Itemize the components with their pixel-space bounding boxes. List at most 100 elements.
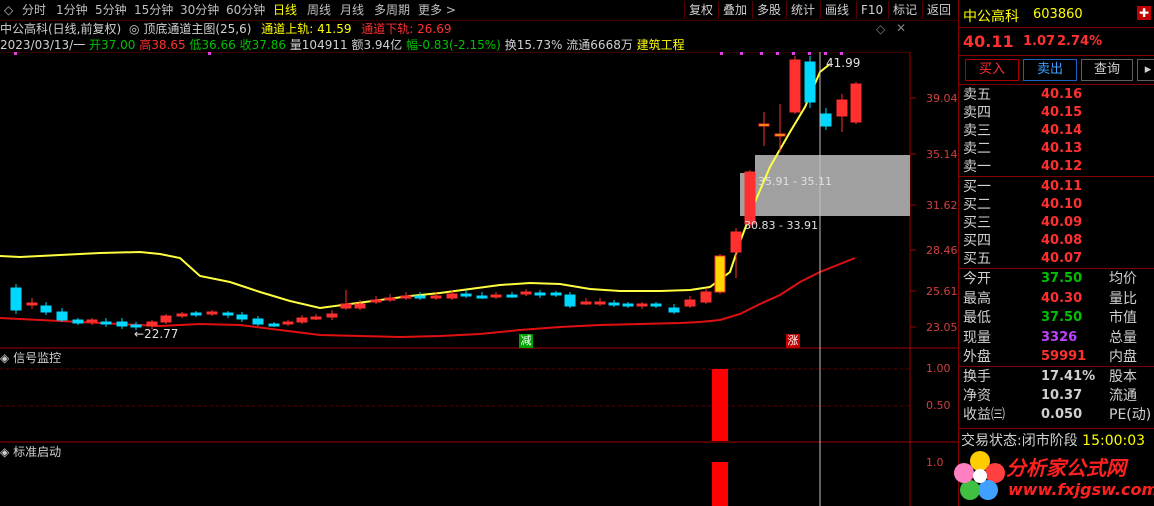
row-label2: 总量 (1109, 329, 1137, 346)
high-value: 高38.65 (139, 38, 186, 52)
more-label: 更多 (418, 3, 443, 17)
last-price: 40.11 (963, 32, 1014, 51)
price-tick: 28.46 (926, 244, 958, 257)
diamond-icon[interactable]: ◇ (876, 22, 885, 36)
period-tab-15min[interactable]: 15分钟 (134, 2, 173, 18)
open-value: 开37.00 (89, 38, 136, 52)
kline-chart[interactable] (0, 52, 958, 506)
candle-body (116, 321, 128, 327)
watermark-url: www.fxjgsw.com (1008, 480, 1154, 499)
candle-body (414, 295, 426, 299)
row-label: 买三 (963, 215, 991, 231)
candle-body (850, 83, 862, 123)
query-button[interactable]: 查询 (1081, 59, 1133, 81)
indicator-toggle-icon[interactable]: ◎ (129, 22, 139, 36)
candle-body (550, 292, 562, 296)
toolbar-tongji-button[interactable]: 统计 (786, 1, 819, 19)
ask-row: 卖三 40.14 (963, 122, 1154, 140)
candle-body (622, 303, 634, 307)
toolbar-fuquan-button[interactable]: 复权 (684, 1, 717, 19)
period-tab-fenshi[interactable]: 分时 (22, 2, 46, 18)
signal-mark (824, 52, 827, 55)
panel1-title: 信号监控 (13, 351, 62, 365)
toolbar-f10-button[interactable]: F10 (856, 1, 887, 19)
toolbar-duogu-button[interactable]: 多股 (752, 1, 785, 19)
collapse-icon[interactable]: ◇ (4, 2, 13, 18)
candle-body (160, 315, 172, 323)
row-value: 40.12 (1041, 159, 1083, 174)
panel2-tick: 1.0 (926, 456, 944, 469)
row-value: 40.08 (1041, 233, 1083, 248)
candle-body (774, 133, 786, 137)
period-tab-1min[interactable]: 1分钟 (56, 2, 88, 18)
candle-body (758, 123, 770, 127)
row-label2: 内盘 (1109, 349, 1137, 365)
turnover-value: 换15.73% (504, 38, 563, 52)
candle-body (430, 295, 442, 299)
stat-row: 外盘 59991 内盘 (963, 348, 1154, 366)
candle-body (310, 316, 322, 320)
candle-body (26, 302, 38, 306)
low-price-label: ←22.77 (134, 327, 179, 341)
candle-body (72, 319, 84, 324)
period-tab-multi[interactable]: 多周期 (374, 2, 410, 18)
more-button[interactable]: ▸ (1137, 59, 1154, 81)
buy-button[interactable]: 买入 (965, 59, 1019, 81)
period-tab-more[interactable]: 更多 > (418, 2, 456, 18)
candle-body (650, 303, 662, 307)
sell-button[interactable]: 卖出 (1023, 59, 1077, 81)
ask-row: 卖二 40.13 (963, 140, 1154, 158)
candle-body (10, 287, 22, 311)
row-label2: 股本 (1109, 369, 1137, 385)
row-value: 40.30 (1041, 290, 1083, 306)
row-label2: 市值 (1109, 310, 1137, 326)
period-tab-5min[interactable]: 5分钟 (95, 2, 127, 18)
stat-row: 最高 40.30 量比 (963, 290, 1154, 308)
candle-body (282, 321, 294, 325)
indicator-name[interactable]: 顶底通道主图(25,6) (143, 22, 251, 36)
zone-lower-label: 30.83 - 33.91 (744, 219, 818, 232)
candle-body (252, 318, 264, 325)
signal-mark (776, 52, 779, 55)
candle-body (594, 301, 606, 305)
price-tick: 25.61 (926, 285, 958, 298)
period-tab-daily[interactable]: 日线 (273, 2, 297, 18)
lower-band-value: 通道下轨: 26.69 (361, 22, 452, 36)
period-tab-30min[interactable]: 30分钟 (180, 2, 219, 18)
toolbar-huaxian-button[interactable]: 画线 (820, 1, 853, 19)
float-value: 流通6668万 (566, 38, 633, 52)
collapse-icon[interactable]: ◈ (0, 351, 9, 365)
watermark-text: 分析家公式网 (1006, 456, 1126, 480)
row-value: 40.15 (1041, 105, 1083, 120)
bid-row: 买四 40.08 (963, 232, 1154, 250)
toolbar-diejia-button[interactable]: 叠加 (718, 1, 751, 19)
upper-band-value: 通道上轨: 41.59 (261, 22, 352, 36)
collapse-icon[interactable]: ◈ (0, 445, 9, 459)
toolbar-fanhui-button[interactable]: 返回 (922, 1, 955, 19)
stock-period-label: 中公高科(日线,前复权) (0, 22, 122, 36)
close-icon[interactable]: ✕ (896, 21, 906, 35)
settings-icon[interactable]: ✚ (1137, 6, 1151, 20)
candle-body (326, 313, 338, 318)
candle-body (580, 301, 592, 305)
candle-body (636, 303, 648, 307)
row-value: 59991 (1041, 349, 1087, 364)
toolbar-biaoji-button[interactable]: 标记 (888, 1, 921, 19)
row-label2: 均价 (1109, 271, 1137, 287)
candle-body (476, 295, 488, 299)
upper-band-line (0, 63, 831, 310)
bid-row: 买一 40.11 (963, 178, 1154, 196)
candle-body (608, 302, 620, 306)
stat2-row: 净资 10.37 流通 (963, 387, 1154, 405)
stat-row: 最低 37.50 市值 (963, 309, 1154, 327)
panel2-header[interactable]: ◈ 标准启动 (0, 444, 61, 460)
stat-row: 今开 37.50 均价 (963, 270, 1154, 288)
row-label: 买五 (963, 251, 991, 267)
stock-name: 中公高科 (963, 9, 1019, 25)
panel1-header[interactable]: ◈ 信号监控 (0, 350, 61, 366)
period-tab-60min[interactable]: 60分钟 (226, 2, 265, 18)
bid-row: 买五 40.07 (963, 250, 1154, 268)
period-tab-weekly[interactable]: 周线 (307, 2, 331, 18)
candle-body (354, 303, 366, 309)
period-tab-monthly[interactable]: 月线 (340, 2, 364, 18)
